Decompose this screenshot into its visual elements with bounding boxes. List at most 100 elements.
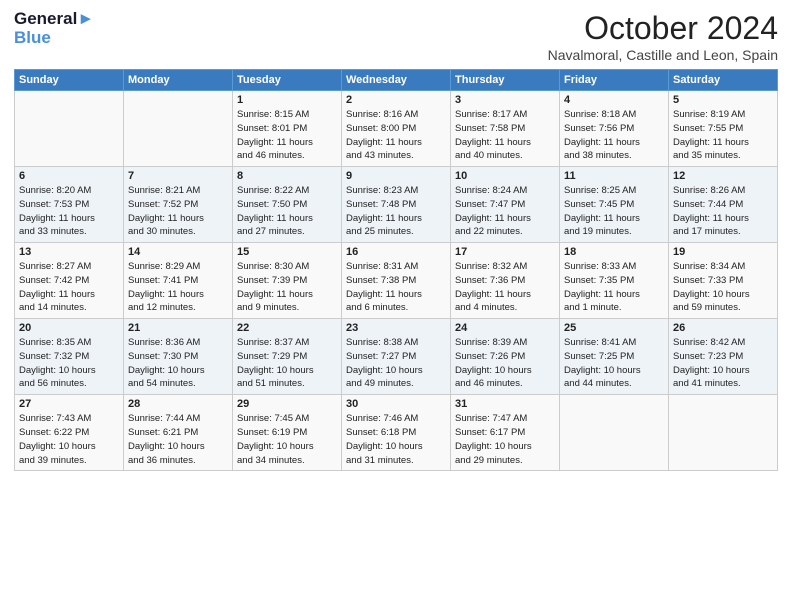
day-info: Sunrise: 7:47 AMSunset: 6:17 PMDaylight:…	[455, 412, 555, 467]
day-info: Sunrise: 8:18 AMSunset: 7:56 PMDaylight:…	[564, 108, 664, 163]
day-info: Sunrise: 8:19 AMSunset: 7:55 PMDaylight:…	[673, 108, 773, 163]
day-info: Sunrise: 8:37 AMSunset: 7:29 PMDaylight:…	[237, 336, 337, 391]
day-info: Sunrise: 8:29 AMSunset: 7:41 PMDaylight:…	[128, 260, 228, 315]
day-cell: 6 Sunrise: 8:20 AMSunset: 7:53 PMDaylight…	[15, 167, 124, 243]
day-number: 10	[455, 170, 555, 182]
day-number: 1	[237, 94, 337, 106]
day-cell	[669, 395, 778, 471]
day-number: 4	[564, 94, 664, 106]
day-info: Sunrise: 8:33 AMSunset: 7:35 PMDaylight:…	[564, 260, 664, 315]
day-number: 11	[564, 170, 664, 182]
col-header-thursday: Thursday	[451, 70, 560, 91]
day-number: 30	[346, 398, 446, 410]
week-row-4: 20Sunrise: 8:35 AMSunset: 7:32 PMDayligh…	[15, 319, 778, 395]
day-number: 2	[346, 94, 446, 106]
day-cell: 30 Sunrise: 7:46 AMSunset: 6:18 PMDayligh…	[342, 395, 451, 471]
week-row-2: 6 Sunrise: 8:20 AMSunset: 7:53 PMDaylight…	[15, 167, 778, 243]
day-cell: 13 Sunrise: 8:27 AMSunset: 7:42 PMDayligh…	[15, 243, 124, 319]
day-number: 9	[346, 170, 446, 182]
day-cell: 20Sunrise: 8:35 AMSunset: 7:32 PMDayligh…	[15, 319, 124, 395]
col-header-monday: Monday	[124, 70, 233, 91]
day-cell: 17 Sunrise: 8:32 AMSunset: 7:36 PMDayligh…	[451, 243, 560, 319]
col-header-friday: Friday	[560, 70, 669, 91]
day-info: Sunrise: 8:31 AMSunset: 7:38 PMDaylight:…	[346, 260, 446, 315]
day-number: 6	[19, 170, 119, 182]
day-info: Sunrise: 8:17 AMSunset: 7:58 PMDaylight:…	[455, 108, 555, 163]
day-info: Sunrise: 7:46 AMSunset: 6:18 PMDaylight:…	[346, 412, 446, 467]
day-cell: 12 Sunrise: 8:26 AMSunset: 7:44 PMDayligh…	[669, 167, 778, 243]
day-info: Sunrise: 8:15 AMSunset: 8:01 PMDaylight:…	[237, 108, 337, 163]
day-info: Sunrise: 8:21 AMSunset: 7:52 PMDaylight:…	[128, 184, 228, 239]
day-cell: 1 Sunrise: 8:15 AMSunset: 8:01 PMDaylight…	[233, 91, 342, 167]
day-cell	[124, 91, 233, 167]
day-info: Sunrise: 8:42 AMSunset: 7:23 PMDaylight:…	[673, 336, 773, 391]
day-cell: 15Sunrise: 8:30 AMSunset: 7:39 PMDayligh…	[233, 243, 342, 319]
day-info: Sunrise: 8:16 AMSunset: 8:00 PMDaylight:…	[346, 108, 446, 163]
logo-blue: Blue	[14, 29, 51, 48]
day-number: 7	[128, 170, 228, 182]
day-number: 16	[346, 246, 446, 258]
day-cell: 28 Sunrise: 7:44 AMSunset: 6:21 PMDayligh…	[124, 395, 233, 471]
col-header-tuesday: Tuesday	[233, 70, 342, 91]
subtitle: Navalmoral, Castille and Leon, Spain	[548, 47, 778, 63]
day-number: 31	[455, 398, 555, 410]
day-cell: 14 Sunrise: 8:29 AMSunset: 7:41 PMDayligh…	[124, 243, 233, 319]
day-cell: 18 Sunrise: 8:33 AMSunset: 7:35 PMDayligh…	[560, 243, 669, 319]
day-info: Sunrise: 7:45 AMSunset: 6:19 PMDaylight:…	[237, 412, 337, 467]
day-cell: 10 Sunrise: 8:24 AMSunset: 7:47 PMDayligh…	[451, 167, 560, 243]
day-info: Sunrise: 8:36 AMSunset: 7:30 PMDaylight:…	[128, 336, 228, 391]
day-cell: 5 Sunrise: 8:19 AMSunset: 7:55 PMDaylight…	[669, 91, 778, 167]
day-info: Sunrise: 8:35 AMSunset: 7:32 PMDaylight:…	[19, 336, 119, 391]
day-cell: 11Sunrise: 8:25 AMSunset: 7:45 PMDayligh…	[560, 167, 669, 243]
day-info: Sunrise: 7:43 AMSunset: 6:22 PMDaylight:…	[19, 412, 119, 467]
day-cell: 25Sunrise: 8:41 AMSunset: 7:25 PMDayligh…	[560, 319, 669, 395]
col-header-sunday: Sunday	[15, 70, 124, 91]
day-number: 27	[19, 398, 119, 410]
week-row-5: 27 Sunrise: 7:43 AMSunset: 6:22 PMDayligh…	[15, 395, 778, 471]
logo-text: General►	[14, 10, 94, 29]
day-cell: 22Sunrise: 8:37 AMSunset: 7:29 PMDayligh…	[233, 319, 342, 395]
main-title: October 2024	[548, 10, 778, 47]
day-info: Sunrise: 8:24 AMSunset: 7:47 PMDaylight:…	[455, 184, 555, 239]
col-header-wednesday: Wednesday	[342, 70, 451, 91]
day-number: 23	[346, 322, 446, 334]
day-info: Sunrise: 8:20 AMSunset: 7:53 PMDaylight:…	[19, 184, 119, 239]
day-number: 5	[673, 94, 773, 106]
day-cell: 3Sunrise: 8:17 AMSunset: 7:58 PMDaylight…	[451, 91, 560, 167]
day-info: Sunrise: 8:32 AMSunset: 7:36 PMDaylight:…	[455, 260, 555, 315]
day-cell: 23 Sunrise: 8:38 AMSunset: 7:27 PMDayligh…	[342, 319, 451, 395]
day-cell: 7 Sunrise: 8:21 AMSunset: 7:52 PMDaylight…	[124, 167, 233, 243]
day-info: Sunrise: 8:26 AMSunset: 7:44 PMDaylight:…	[673, 184, 773, 239]
day-number: 14	[128, 246, 228, 258]
day-info: Sunrise: 8:27 AMSunset: 7:42 PMDaylight:…	[19, 260, 119, 315]
week-row-1: 1 Sunrise: 8:15 AMSunset: 8:01 PMDaylight…	[15, 91, 778, 167]
day-cell: 24Sunrise: 8:39 AMSunset: 7:26 PMDayligh…	[451, 319, 560, 395]
day-info: Sunrise: 8:23 AMSunset: 7:48 PMDaylight:…	[346, 184, 446, 239]
day-cell: 21 Sunrise: 8:36 AMSunset: 7:30 PMDayligh…	[124, 319, 233, 395]
day-cell: 9 Sunrise: 8:23 AMSunset: 7:48 PMDaylight…	[342, 167, 451, 243]
logo: General► Blue	[14, 10, 94, 47]
header-row: SundayMondayTuesdayWednesdayThursdayFrid…	[15, 70, 778, 91]
day-info: Sunrise: 7:44 AMSunset: 6:21 PMDaylight:…	[128, 412, 228, 467]
title-block: October 2024 Navalmoral, Castille and Le…	[548, 10, 778, 63]
calendar-table: SundayMondayTuesdayWednesdayThursdayFrid…	[14, 69, 778, 471]
day-info: Sunrise: 8:22 AMSunset: 7:50 PMDaylight:…	[237, 184, 337, 239]
day-info: Sunrise: 8:34 AMSunset: 7:33 PMDaylight:…	[673, 260, 773, 315]
page: General► Blue October 2024 Navalmoral, C…	[0, 0, 792, 612]
header: General► Blue October 2024 Navalmoral, C…	[14, 10, 778, 63]
day-number: 21	[128, 322, 228, 334]
day-cell: 2 Sunrise: 8:16 AMSunset: 8:00 PMDaylight…	[342, 91, 451, 167]
day-number: 28	[128, 398, 228, 410]
day-cell: 26 Sunrise: 8:42 AMSunset: 7:23 PMDayligh…	[669, 319, 778, 395]
day-number: 26	[673, 322, 773, 334]
day-number: 17	[455, 246, 555, 258]
day-info: Sunrise: 8:38 AMSunset: 7:27 PMDaylight:…	[346, 336, 446, 391]
day-number: 13	[19, 246, 119, 258]
day-info: Sunrise: 8:41 AMSunset: 7:25 PMDaylight:…	[564, 336, 664, 391]
day-cell: 16 Sunrise: 8:31 AMSunset: 7:38 PMDayligh…	[342, 243, 451, 319]
day-number: 18	[564, 246, 664, 258]
day-cell	[15, 91, 124, 167]
day-number: 12	[673, 170, 773, 182]
day-cell: 19Sunrise: 8:34 AMSunset: 7:33 PMDayligh…	[669, 243, 778, 319]
col-header-saturday: Saturday	[669, 70, 778, 91]
